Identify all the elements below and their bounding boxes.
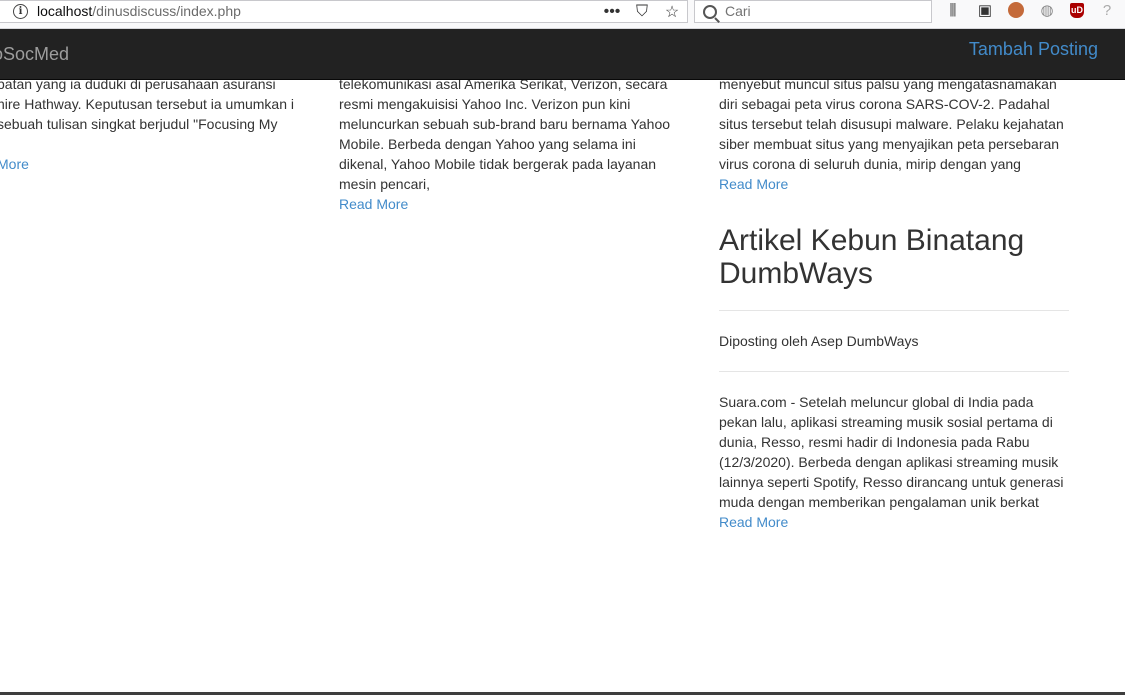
url-host: localhost: [37, 3, 93, 19]
divider: [719, 371, 1069, 372]
pocket-icon[interactable]: ⛉: [632, 3, 652, 21]
url-text[interactable]: localhost/dinusdiscuss/index.php: [37, 3, 241, 19]
extension-icon[interactable]: ?: [1098, 2, 1116, 19]
add-post-link[interactable]: Tambah Posting: [969, 39, 1098, 60]
read-more-link[interactable]: Read More: [719, 174, 1069, 194]
library-icon[interactable]: ⫼: [944, 2, 962, 19]
account-avatar-icon[interactable]: [1008, 2, 1024, 18]
page-actions-icon[interactable]: •••: [602, 3, 622, 21]
url-path: /dinusdiscuss/index.php: [92, 3, 241, 19]
ublock-icon[interactable]: uD: [1070, 2, 1084, 18]
post-body: diri sebagai peta virus corona SARS-COV-…: [719, 96, 1064, 172]
navbar: oSocMed Tambah Posting: [0, 29, 1125, 80]
posts-grid: batan yang ia duduki di perusahaan asura…: [0, 80, 1125, 695]
search-input[interactable]: Cari: [694, 0, 932, 23]
sidebar-icon[interactable]: ▣: [976, 1, 994, 19]
read-more-link[interactable]: Read More: [719, 512, 1069, 532]
browser-toolbar: i localhost/dinusdiscuss/index.php ••• ⛉…: [0, 0, 1125, 29]
post-author: Diposting oleh Asep DumbWays: [719, 333, 919, 349]
search-icon: [703, 5, 717, 19]
post-body-partial: menyebut muncul situs palsu yang mengata…: [719, 80, 1057, 92]
info-icon[interactable]: i: [13, 4, 28, 19]
post-body: Suara.com - Setelah meluncur global di I…: [719, 394, 1064, 510]
post-card: Artikel Kebun Binatang DumbWays Dipostin…: [719, 224, 1069, 532]
address-bar[interactable]: i localhost/dinusdiscuss/index.php ••• ⛉…: [0, 0, 688, 23]
globe-icon[interactable]: ◍: [1038, 1, 1056, 19]
navbar-brand[interactable]: oSocMed: [0, 44, 69, 65]
post-body: resmi mengakuisisi Yahoo Inc. Verizon pu…: [339, 96, 671, 192]
post-card: telekomunikasi asal Amerika Serikat, Ver…: [339, 80, 684, 214]
toolbar-icons: ⫼ ▣ ◍ uD ?: [944, 0, 1116, 20]
post-body: batan yang ia duduki di perusahaan asura…: [0, 80, 295, 132]
post-card: menyebut muncul situs palsu yang mengata…: [719, 80, 1069, 194]
post-body-partial: telekomunikasi asal Amerika Serikat, Ver…: [339, 80, 668, 92]
divider: [719, 310, 1069, 311]
post-title: Artikel Kebun Binatang DumbWays: [719, 224, 1025, 290]
read-more-link[interactable]: More: [0, 154, 297, 174]
url-actions: ••• ⛉ ☆: [602, 1, 682, 22]
search-placeholder: Cari: [725, 3, 751, 19]
post-column: menyebut muncul situs palsu yang mengata…: [719, 80, 1069, 532]
bookmark-star-icon[interactable]: ☆: [662, 2, 682, 22]
read-more-link[interactable]: Read More: [339, 194, 684, 214]
post-card: batan yang ia duduki di perusahaan asura…: [0, 80, 297, 174]
